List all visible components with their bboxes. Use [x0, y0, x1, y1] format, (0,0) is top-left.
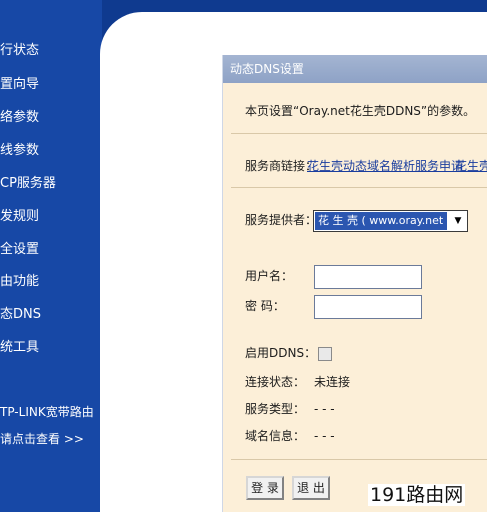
connection-status-value: 未连接: [314, 375, 351, 389]
provider-select[interactable]: 花 生 壳 ( www.oray.net ) ▼: [313, 210, 468, 232]
enable-ddns-label: 启用DDNS：: [245, 346, 317, 360]
dropdown-arrow-icon: ▼: [454, 216, 462, 226]
logout-button[interactable]: 退 出: [292, 476, 330, 500]
sidebar-item-ddns[interactable]: 态DNS: [0, 307, 41, 323]
service-type-value: - - -: [314, 402, 335, 416]
username-input[interactable]: [314, 265, 422, 289]
login-button[interactable]: 登 录: [246, 476, 284, 500]
watermark-text: 191路由网: [368, 484, 466, 506]
divider: [231, 133, 487, 134]
ddns-panel: 动态DNS设置 本页设置“Oray.net花生壳DDNS”的参数。 服务商链接：…: [222, 55, 487, 512]
password-label: 密 码：: [245, 299, 285, 313]
sidebar-item-routing[interactable]: 由功能: [0, 274, 39, 290]
sidebar-item-security[interactable]: 全设置: [0, 242, 39, 258]
service-signup-link[interactable]: 花生壳动态域名解析服务申请: [307, 158, 463, 174]
sidebar-item-wireless[interactable]: 线参数: [0, 143, 39, 159]
password-input[interactable]: [314, 295, 422, 319]
sidebar-item-wizard[interactable]: 置向导: [0, 77, 39, 93]
username-label: 用户名：: [245, 269, 294, 283]
domain-info-value: - - -: [314, 429, 335, 443]
divider: [231, 459, 487, 460]
sidebar-item-forwarding[interactable]: 发规则: [0, 209, 39, 225]
enable-ddns-checkbox[interactable]: [318, 347, 332, 361]
provider-label: 服务提供者：: [245, 213, 318, 227]
sidebar-item-tools[interactable]: 统工具: [0, 340, 39, 356]
provider-selected-value: 花 生 壳 ( www.oray.net ): [315, 212, 447, 230]
service-type-label: 服务类型：: [245, 402, 306, 416]
sidebar-item-dhcp[interactable]: CP服务器: [0, 176, 56, 192]
panel-title: 动态DNS设置: [223, 55, 487, 83]
sidebar-note-link[interactable]: 请点击查看 >>: [0, 431, 84, 447]
divider: [231, 187, 487, 188]
connection-status-label: 连接状态：: [245, 375, 306, 389]
service-more-link[interactable]: 花生壳动: [455, 158, 487, 174]
domain-info-label: 域名信息：: [245, 429, 306, 443]
sidebar: 行状态 置向导 络参数 线参数 CP服务器 发规则 全设置 由功能 态DNS 统…: [0, 0, 102, 512]
sidebar-item-status[interactable]: 行状态: [0, 43, 39, 59]
sidebar-note-brand: TP-LINK宽带路由: [0, 405, 94, 419]
intro-text: 本页设置“Oray.net花生壳DDNS”的参数。: [245, 104, 476, 118]
sidebar-item-network[interactable]: 络参数: [0, 110, 39, 126]
